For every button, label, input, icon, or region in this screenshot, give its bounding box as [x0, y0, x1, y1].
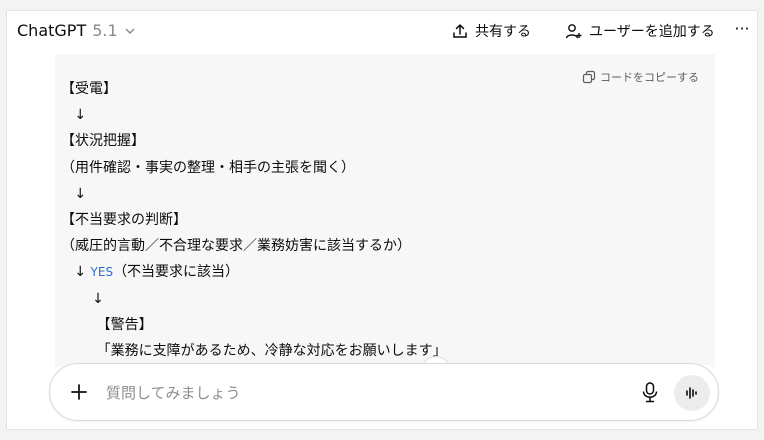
code-block: コードをコピーする 【受電】 ↓ 【状況把握】 （用件確認・事実の整理・相手の主… [55, 54, 715, 367]
prompt-input[interactable]: 質問してみましょう [106, 382, 241, 403]
code-line: （用件確認・事実の整理・相手の主張を聞く） [61, 159, 355, 176]
upload-icon [453, 23, 467, 38]
model-name: ChatGPT [17, 21, 87, 40]
copy-code-button[interactable]: コードをコピーする [582, 69, 699, 85]
code-line: ↓ [61, 107, 87, 124]
voice-mode-button[interactable] [674, 375, 710, 411]
message-composer: 質問してみましょう [49, 363, 719, 421]
plus-icon[interactable] [68, 381, 90, 403]
yes-keyword: YES [90, 265, 114, 280]
waveform-icon [686, 387, 697, 399]
code-line: 【不当要求の判断】 [61, 211, 187, 228]
code-line-yes: ↓ YES（不当要求に該当） [61, 259, 447, 285]
code-line: ↓ [61, 290, 104, 307]
more-options-button[interactable]: ··· [731, 21, 753, 41]
share-label: 共有する [475, 24, 531, 40]
code-line: 【警告】 [61, 316, 153, 333]
add-user-label: ユーザーを追加する [589, 24, 715, 40]
chat-window: ChatGPT 5.1 共有する ユーザーを追加する ··· コードをコピーする… [6, 10, 758, 430]
person-plus-icon [565, 24, 582, 39]
yes-arrow: ↓ [61, 264, 91, 281]
share-button[interactable]: 共有する [451, 21, 531, 41]
add-user-button[interactable]: ユーザーを追加する [565, 21, 715, 41]
copy-code-label: コードをコピーする [600, 71, 699, 84]
model-selector[interactable]: ChatGPT 5.1 [17, 21, 136, 40]
code-line: （威圧的言動／不合理な要求／業務妨害に該当するか） [61, 238, 411, 255]
code-line: 【受電】 [61, 81, 117, 97]
code-line: ↓ [61, 185, 87, 202]
code-content: 【受電】 ↓ 【状況把握】 （用件確認・事実の整理・相手の主張を聞く） ↓ 【不… [61, 76, 447, 367]
model-version: 5.1 [92, 21, 118, 40]
code-line: 「業務に支障があるため、冷静な対応をお願いします」 [61, 342, 447, 359]
microphone-icon[interactable] [640, 381, 660, 403]
top-bar: ChatGPT 5.1 共有する ユーザーを追加する ··· [7, 11, 757, 51]
code-line: 【状況把握】 [61, 133, 145, 150]
copy-icon [582, 70, 596, 84]
chevron-down-icon [125, 28, 135, 34]
yes-suffix: （不当要求に該当） [113, 264, 240, 281]
